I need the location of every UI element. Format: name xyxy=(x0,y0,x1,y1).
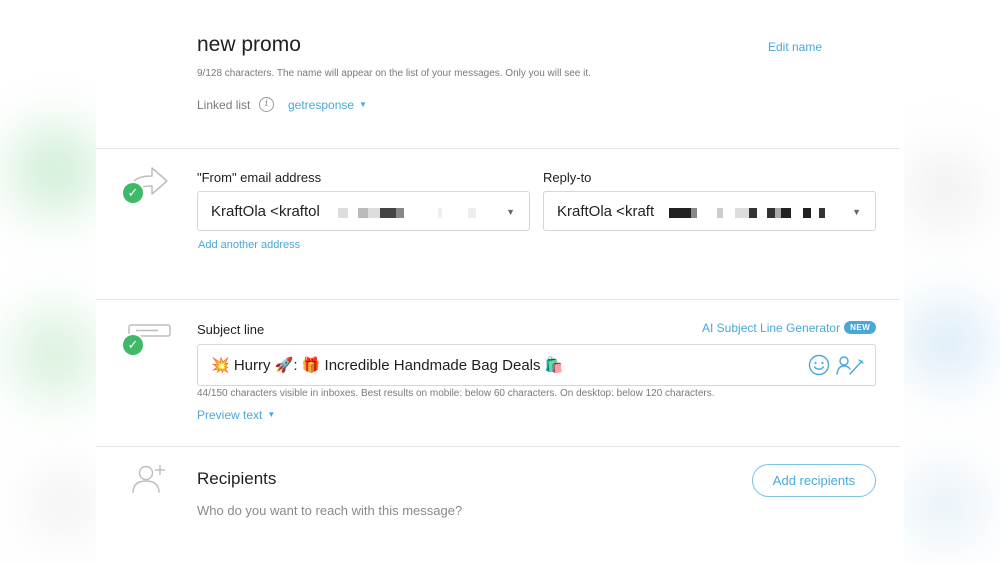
background-blob xyxy=(905,465,985,545)
from-address-value: KraftOla <kraftol xyxy=(211,202,320,220)
background-blob xyxy=(905,300,990,385)
preview-text-toggle[interactable]: Preview text ▼ xyxy=(197,408,275,422)
add-another-address-link[interactable]: Add another address xyxy=(198,239,300,251)
page-title: new promo xyxy=(197,33,301,56)
emoji-icon[interactable] xyxy=(808,354,830,380)
background-blob xyxy=(10,125,100,215)
subject-line-label: Subject line xyxy=(197,322,265,337)
reply-to-value: KraftOla <kraft xyxy=(557,202,655,220)
linked-list-value: getresponse xyxy=(288,98,355,112)
subject-line-value: 💥 Hurry 🚀: 🎁 Incredible Handmade Bag Dea… xyxy=(211,357,564,374)
linked-list-dropdown[interactable]: getresponse ▼ xyxy=(288,98,367,112)
ai-subject-generator-label: AI Subject Line Generator xyxy=(702,321,841,335)
personalize-icon[interactable] xyxy=(836,354,864,380)
section-divider xyxy=(96,299,900,300)
linked-list-label: Linked list xyxy=(197,98,251,112)
chevron-down-icon: ▼ xyxy=(359,100,367,109)
edit-name-link[interactable]: Edit name xyxy=(768,40,822,54)
check-icon: ✓ xyxy=(123,335,143,355)
new-badge: NEW xyxy=(844,321,877,334)
reply-to-select[interactable]: KraftOla <kraft ▼ xyxy=(543,191,876,231)
background-blob xyxy=(30,470,100,540)
redacted-text xyxy=(338,208,478,218)
name-hint: 9/128 characters. The name will appear o… xyxy=(197,68,591,79)
info-icon[interactable]: i xyxy=(259,97,274,112)
section-divider xyxy=(96,446,900,447)
from-address-select[interactable]: KraftOla <kraftol ▼ xyxy=(197,191,530,231)
redacted-text xyxy=(669,208,829,218)
chevron-down-icon: ▼ xyxy=(267,410,276,419)
from-label: "From" email address xyxy=(197,170,322,185)
recipients-title: Recipients xyxy=(197,469,277,488)
message-settings-panel: new promo Edit name 9/128 characters. Th… xyxy=(96,0,904,563)
subject-line-input[interactable]: 💥 Hurry 🚀: 🎁 Incredible Handmade Bag Dea… xyxy=(197,344,876,386)
section-divider xyxy=(96,148,900,149)
check-icon: ✓ xyxy=(123,183,143,203)
reply-to-label: Reply-to xyxy=(543,170,592,185)
add-recipients-button[interactable]: Add recipients xyxy=(752,464,876,497)
subject-line-hint: 44/150 characters visible in inboxes. Be… xyxy=(197,388,715,399)
background-blob xyxy=(10,310,100,400)
chevron-down-icon: ▼ xyxy=(506,207,515,217)
preview-text-label: Preview text xyxy=(197,408,263,422)
ai-subject-generator-link[interactable]: AI Subject Line Generator NEW xyxy=(702,321,877,335)
chevron-down-icon: ▼ xyxy=(852,207,861,217)
add-user-icon xyxy=(131,462,169,499)
recipients-question: Who do you want to reach with this messa… xyxy=(197,503,463,518)
background-blob xyxy=(905,150,985,230)
